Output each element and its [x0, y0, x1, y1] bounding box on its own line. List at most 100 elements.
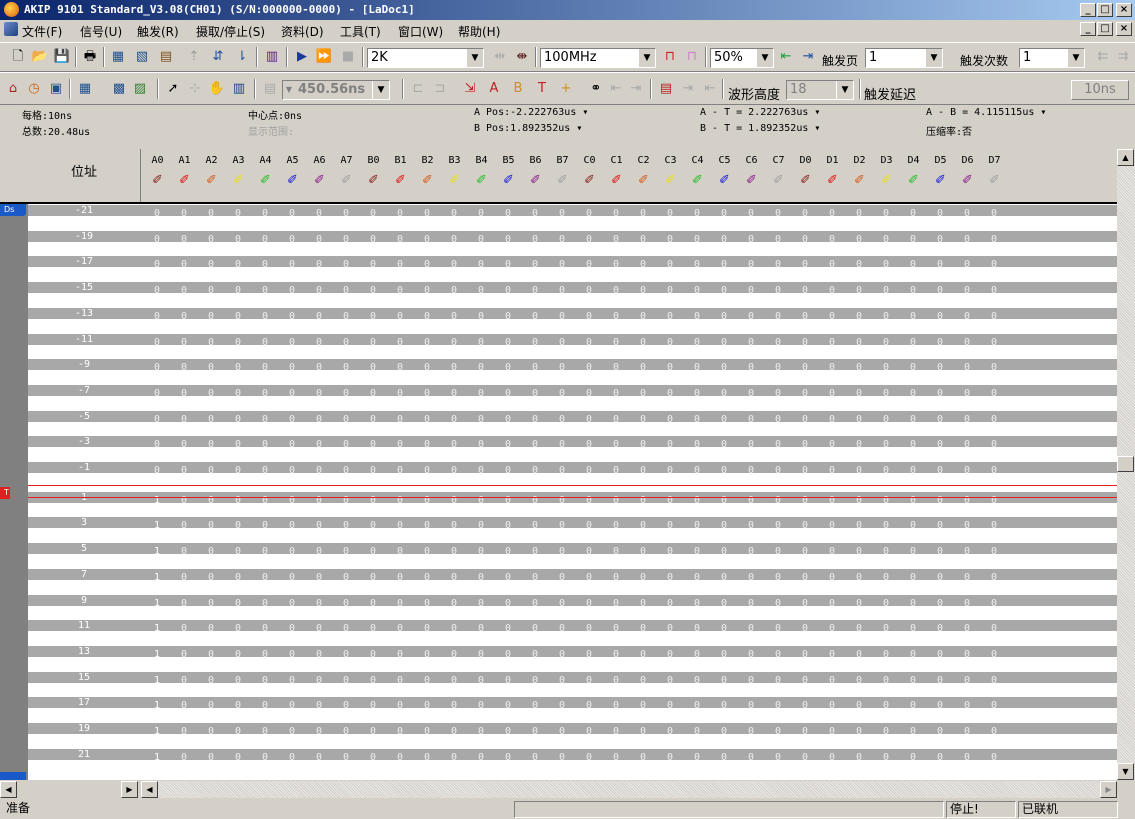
menu-file[interactable]: 文件(F)	[22, 23, 62, 40]
stop-icon[interactable]: ■	[338, 47, 358, 67]
channel-icon[interactable]: ▤	[156, 47, 176, 67]
table-row[interactable]: 3 1 0 0 0 0 0 0 0 0 0 0 0 0 0 0 0 0 0 0 0 0 0 0 0 0 0 0 0 0 0 0 0	[28, 517, 1117, 537]
minimize-button[interactable]: _	[1080, 3, 1096, 17]
sample-rate-icon[interactable]: ⇼	[512, 47, 532, 67]
vertical-scrollbar[interactable]: ▲ ▼	[1117, 149, 1135, 780]
waveform-icon[interactable]: ⊓	[660, 47, 680, 67]
table-row[interactable]: -5 0 0 0 0 0 0 0 0 0 0 0 0 0 0 0 0 0 0 0 0 0 0 0 0 0 0 0 0 0 0 0 0	[28, 411, 1117, 431]
export-icon[interactable]: ⇥	[678, 79, 698, 99]
trigger-position-select[interactable]: 50% ▼	[710, 48, 774, 68]
trigger-edge-icon[interactable]: ⇵	[208, 47, 228, 67]
run-icon[interactable]: ▶	[292, 47, 312, 67]
scroll-up-icon[interactable]: ▲	[1117, 149, 1134, 166]
chevron-down-icon[interactable]: ▼	[638, 49, 655, 67]
document-icon[interactable]	[4, 22, 18, 36]
horizontal-scrollbar[interactable]	[158, 781, 1100, 798]
t-bar-icon[interactable]: T	[532, 79, 552, 99]
channel-header-c7[interactable]: C7	[765, 155, 792, 166]
channel-header-b1[interactable]: B1	[387, 155, 414, 166]
search-next-icon[interactable]: ⇥	[626, 79, 646, 99]
menu-signal[interactable]: 信号(U)	[80, 23, 122, 40]
title-bar[interactable]: AKIP 9101 Standard_V3.08(CH01) (S/N:0000…	[0, 0, 1135, 20]
chevron-down-icon[interactable]: ▼	[1067, 49, 1084, 67]
channel-header-b6[interactable]: B6	[522, 155, 549, 166]
trigger-setting-icon[interactable]: ⇡	[184, 47, 204, 67]
channel-header-a0[interactable]: A0	[144, 155, 171, 166]
table-row[interactable]: -19 0 0 0 0 0 0 0 0 0 0 0 0 0 0 0 0 0 0 0 0 0 0 0 0 0 0 0 0 0 0 0 0	[28, 231, 1117, 251]
search-prev-icon[interactable]: ⇤	[606, 79, 626, 99]
save-icon[interactable]: 💾	[52, 47, 72, 67]
table-row[interactable]: -7 0 0 0 0 0 0 0 0 0 0 0 0 0 0 0 0 0 0 0 0 0 0 0 0 0 0 0 0 0 0 0 0	[28, 385, 1117, 405]
color-grid-icon[interactable]: ▨	[130, 79, 150, 99]
mdi-minimize-button[interactable]: _	[1080, 22, 1096, 36]
close-button[interactable]: ×	[1116, 3, 1132, 17]
channel-header-a2[interactable]: A2	[198, 155, 225, 166]
table-row[interactable]: 15 1 0 0 0 0 0 0 0 0 0 0 0 0 0 0 0 0 0 0 0 0 0 0 0 0 0 0 0 0 0 0 0	[28, 672, 1117, 692]
grid-scroll-right-icon[interactable]: ▶	[1100, 781, 1117, 798]
grid-icon[interactable]: ▩	[109, 79, 129, 99]
mdi-restore-button[interactable]: □	[1097, 22, 1113, 36]
channel-header-a3[interactable]: A3	[225, 155, 252, 166]
new-file-icon[interactable]: 🗋	[8, 47, 28, 67]
run-continuous-icon[interactable]: ⏩	[314, 47, 334, 67]
memory-depth-select[interactable]: 2K ▼	[367, 48, 484, 68]
channel-header-d2[interactable]: D2	[846, 155, 873, 166]
a-minus-b[interactable]: A - B = 4.115115us ▾	[926, 107, 1046, 118]
chevron-down-icon[interactable]: ▼	[283, 81, 295, 99]
channel-header-d4[interactable]: D4	[900, 155, 927, 166]
time-tool-icon[interactable]: ▤	[260, 79, 280, 99]
analyzer-icon[interactable]: ▥	[262, 47, 282, 67]
a-minus-t[interactable]: A - T = 2.222763us ▾	[700, 107, 820, 118]
sample-rate-select[interactable]: 100MHz ▼	[540, 48, 656, 68]
hand-tool-icon[interactable]: ✋	[207, 79, 227, 99]
channel-header-b5[interactable]: B5	[495, 155, 522, 166]
trigger-delay-value[interactable]: 10ns	[1071, 80, 1129, 100]
next-trigger-icon[interactable]: ⇥	[798, 47, 818, 67]
prev-page-icon[interactable]: ⇇	[1093, 47, 1113, 67]
channel-header-d7[interactable]: D7	[981, 155, 1008, 166]
table-row[interactable]: 5 1 0 0 0 0 0 0 0 0 0 0 0 0 0 0 0 0 0 0 0 0 0 0 0 0 0 0 0 0 0 0 0	[28, 543, 1117, 563]
waveform-dense-icon[interactable]: ⊓	[682, 47, 702, 67]
trigger-marker[interactable]: T	[0, 487, 10, 499]
waveform-height-select[interactable]: 18 ▼	[786, 80, 854, 100]
menu-capture-stop[interactable]: 摄取/停止(S)	[196, 23, 265, 40]
trigger-count-select[interactable]: 1 ▼	[1019, 48, 1085, 68]
chevron-down-icon[interactable]: ▼	[466, 49, 483, 67]
channel-header-c1[interactable]: C1	[603, 155, 630, 166]
ds-marker[interactable]: Ds	[0, 204, 26, 216]
trigger-page-select[interactable]: 1 ▼	[865, 48, 943, 68]
table-row[interactable]: 9 1 0 0 0 0 0 0 0 0 0 0 0 0 0 0 0 0 0 0 0 0 0 0 0 0 0 0 0 0 0 0 0	[28, 595, 1117, 615]
calculator-icon[interactable]: ▦	[75, 79, 95, 99]
table-row[interactable]: 19 1 0 0 0 0 0 0 0 0 0 0 0 0 0 0 0 0 0 0 0 0 0 0 0 0 0 0 0 0 0 0 0	[28, 723, 1117, 743]
channel-header-c3[interactable]: C3	[657, 155, 684, 166]
chevron-down-icon[interactable]: ▼	[836, 81, 853, 99]
menu-tools[interactable]: 工具(T)	[340, 23, 381, 40]
cursor-bar-icon[interactable]: ⇲	[460, 79, 480, 99]
timer-icon[interactable]: ◷	[24, 79, 44, 99]
scroll-right-icon[interactable]: ▶	[121, 781, 138, 798]
channel-header-a4[interactable]: A4	[252, 155, 279, 166]
time-value-select[interactable]: ▼ 450.56ns ▼	[282, 80, 390, 100]
channel-header-c6[interactable]: C6	[738, 155, 765, 166]
channel-header-b7[interactable]: B7	[549, 155, 576, 166]
waveform-view-icon[interactable]: ▧	[132, 47, 152, 67]
scroll-left-icon[interactable]: ◀	[0, 781, 17, 798]
channel-header-b4[interactable]: B4	[468, 155, 495, 166]
chevron-down-icon[interactable]: ▼	[756, 49, 773, 67]
menu-window[interactable]: 窗口(W)	[398, 23, 443, 40]
channel-header-d3[interactable]: D3	[873, 155, 900, 166]
state-list-grid[interactable]: 位址 A0 ✐ A1 ✐ A2 ✐ A3 ✐ A4 ✐ A5 ✐ A6 ✐ A7 ✐ B0 ✐ B1 ✐ B2 ✐ B3 ✐ B…	[0, 149, 1117, 780]
a-position[interactable]: A Pos:-2.222763us ▾	[474, 107, 588, 118]
channel-header-d0[interactable]: D0	[792, 155, 819, 166]
a-bar-icon[interactable]: A	[484, 79, 504, 99]
channel-header-d5[interactable]: D5	[927, 155, 954, 166]
channel-header-c0[interactable]: C0	[576, 155, 603, 166]
prev-trigger-icon[interactable]: ⇤	[776, 47, 796, 67]
zoom-fit-icon[interactable]: ⇹	[490, 47, 510, 67]
channel-header-d6[interactable]: D6	[954, 155, 981, 166]
import-icon[interactable]: ⇤	[700, 79, 720, 99]
measure-tool-icon[interactable]: ▥	[229, 79, 249, 99]
grid-scroll-left-icon[interactable]: ◀	[141, 781, 158, 798]
b-position[interactable]: B Pos:1.892352us ▾	[474, 123, 582, 134]
table-row[interactable]: -11 0 0 0 0 0 0 0 0 0 0 0 0 0 0 0 0 0 0 0 0 0 0 0 0 0 0 0 0 0 0 0 0	[28, 334, 1117, 354]
